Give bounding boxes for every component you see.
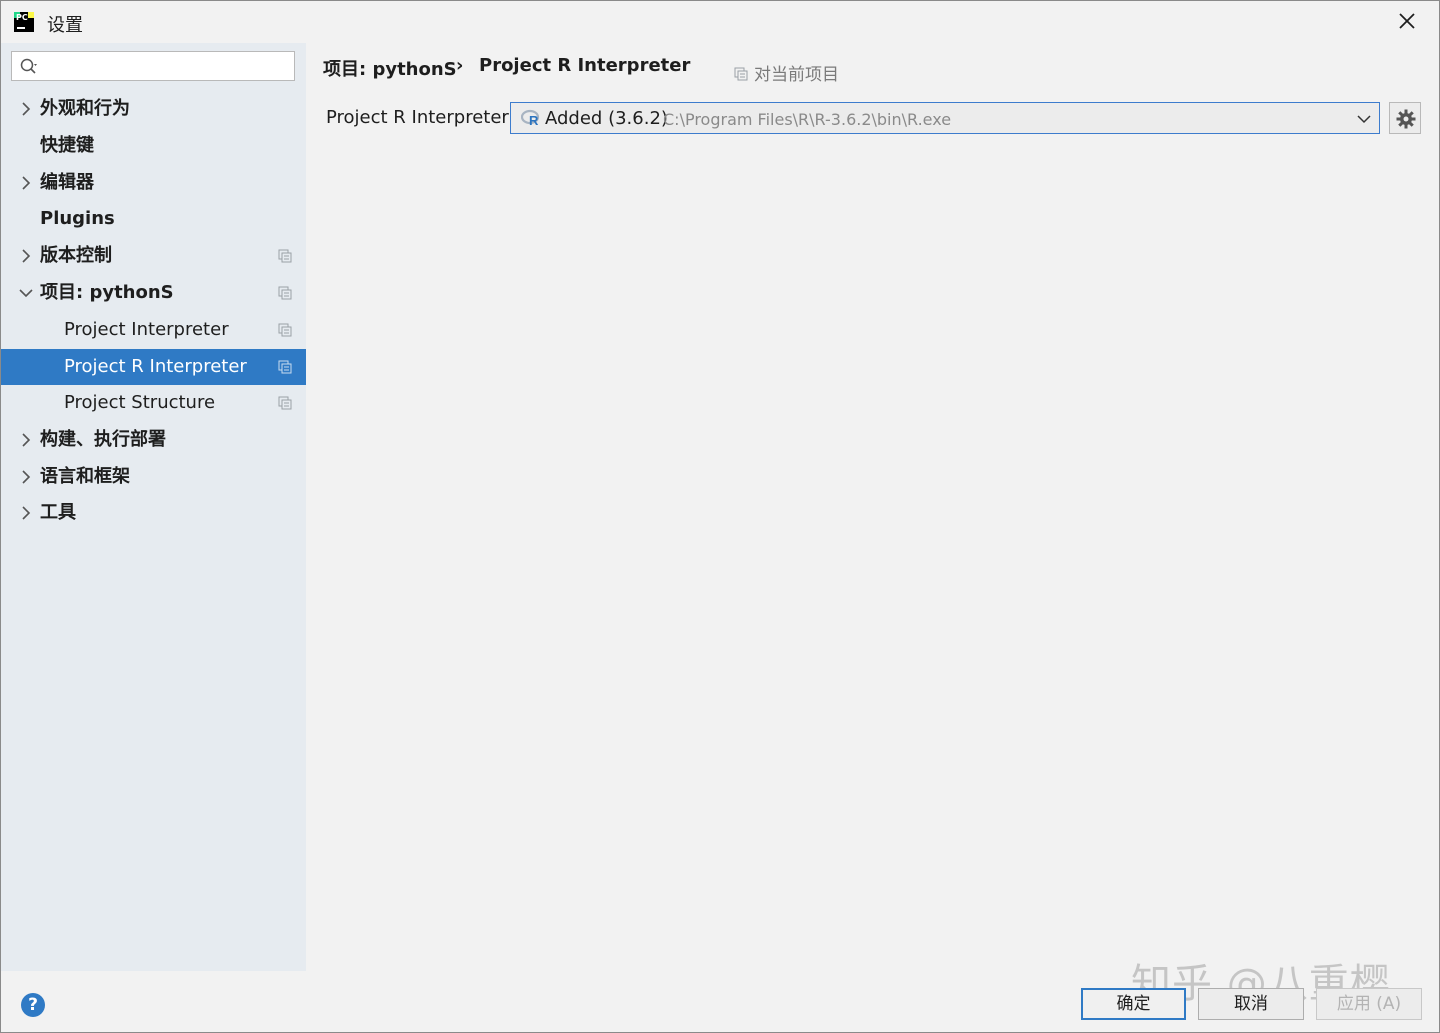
title-bar: PC 设置 bbox=[1, 1, 1439, 43]
chevron-right-icon bbox=[22, 470, 31, 484]
sidebar-item-label: 项目: pythonS bbox=[40, 282, 174, 303]
sidebar-item-keymap[interactable]: 快捷键 bbox=[1, 128, 306, 164]
breadcrumb-separator: › bbox=[456, 55, 464, 76]
sidebar-item-project-r-interpreter[interactable]: Project R Interpreter bbox=[1, 349, 306, 385]
sidebar-item-tools[interactable]: 工具 bbox=[1, 495, 306, 531]
sidebar-item-label: 外观和行为 bbox=[40, 98, 130, 119]
sidebar-item-label: Project Interpreter bbox=[64, 319, 229, 340]
ok-button[interactable]: 确定 bbox=[1081, 988, 1186, 1020]
breadcrumb-project[interactable]: 项目: pythonS bbox=[323, 55, 457, 81]
sidebar-item-label: 编辑器 bbox=[40, 172, 94, 193]
chevron-right-icon bbox=[22, 176, 31, 190]
project-scope-icon bbox=[278, 323, 292, 337]
sidebar-item-version-control[interactable]: 版本控制 bbox=[1, 238, 306, 274]
scope-note-text: 对当前项目 bbox=[754, 65, 839, 85]
close-button[interactable] bbox=[1393, 7, 1421, 35]
project-scope-note: 对当前项目 bbox=[734, 60, 839, 85]
settings-dialog: PC 设置 外观和行为 快捷键 编辑器 Plugins 版本控制 项目: pyt… bbox=[0, 0, 1440, 1033]
sidebar-item-project[interactable]: 项目: pythonS bbox=[1, 275, 306, 311]
sidebar-item-project-structure[interactable]: Project Structure bbox=[1, 385, 306, 421]
help-icon: ? bbox=[28, 995, 38, 1015]
dropdown-chevron-icon bbox=[1357, 115, 1371, 124]
sidebar-item-label: Plugins bbox=[40, 208, 115, 229]
sidebar-item-label: 工具 bbox=[40, 502, 76, 523]
project-scope-icon bbox=[278, 396, 292, 410]
sidebar-item-label: Project Structure bbox=[64, 392, 216, 413]
project-scope-icon bbox=[734, 67, 748, 81]
project-scope-icon bbox=[278, 286, 292, 300]
page-title: Project R Interpreter bbox=[479, 55, 691, 76]
gear-icon bbox=[1396, 109, 1416, 129]
chevron-right-icon bbox=[22, 433, 31, 447]
sidebar-item-editor[interactable]: 编辑器 bbox=[1, 165, 306, 201]
sidebar-item-languages-frameworks[interactable]: 语言和框架 bbox=[1, 459, 306, 495]
sidebar-item-build-execution-deployment[interactable]: 构建、执行部署 bbox=[1, 422, 306, 458]
sidebar-item-label: 快捷键 bbox=[40, 135, 94, 156]
pycharm-app-icon: PC bbox=[14, 12, 34, 32]
project-scope-icon bbox=[278, 360, 292, 374]
window-title: 设置 bbox=[47, 15, 83, 36]
settings-search-input[interactable] bbox=[11, 51, 295, 81]
search-icon bbox=[20, 58, 37, 74]
chevron-right-icon bbox=[22, 506, 31, 520]
settings-sidebar: 外观和行为 快捷键 编辑器 Plugins 版本控制 项目: pythonS P… bbox=[1, 43, 306, 971]
interpreter-settings-button[interactable] bbox=[1389, 102, 1421, 134]
interpreter-path: C:\Program Files\R\R-3.6.2\bin\R.exe bbox=[663, 110, 952, 129]
sidebar-item-project-interpreter[interactable]: Project Interpreter bbox=[1, 312, 306, 348]
r-language-icon: R bbox=[521, 109, 540, 127]
sidebar-item-label: 版本控制 bbox=[40, 245, 112, 266]
interpreter-name: Added (3.6.2) bbox=[545, 108, 668, 129]
svg-text:R: R bbox=[529, 113, 539, 127]
apply-button[interactable]: 应用 (A) bbox=[1316, 988, 1422, 1020]
sidebar-item-plugins[interactable]: Plugins bbox=[1, 201, 306, 237]
chevron-down-icon bbox=[19, 289, 33, 298]
project-scope-icon bbox=[278, 249, 292, 263]
chevron-right-icon bbox=[22, 102, 31, 116]
cancel-button[interactable]: 取消 bbox=[1198, 988, 1304, 1020]
sidebar-item-appearance[interactable]: 外观和行为 bbox=[1, 91, 306, 127]
interpreter-select[interactable]: R Added (3.6.2) C:\Program Files\R\R-3.6… bbox=[510, 102, 1380, 134]
chevron-right-icon bbox=[22, 249, 31, 263]
sidebar-item-label: Project R Interpreter bbox=[64, 356, 247, 377]
interpreter-label: Project R Interpreter: bbox=[326, 107, 515, 128]
sidebar-item-label: 构建、执行部署 bbox=[40, 429, 166, 450]
close-icon bbox=[1399, 13, 1415, 29]
sidebar-item-label: 语言和框架 bbox=[40, 466, 130, 487]
help-button[interactable]: ? bbox=[21, 993, 45, 1017]
